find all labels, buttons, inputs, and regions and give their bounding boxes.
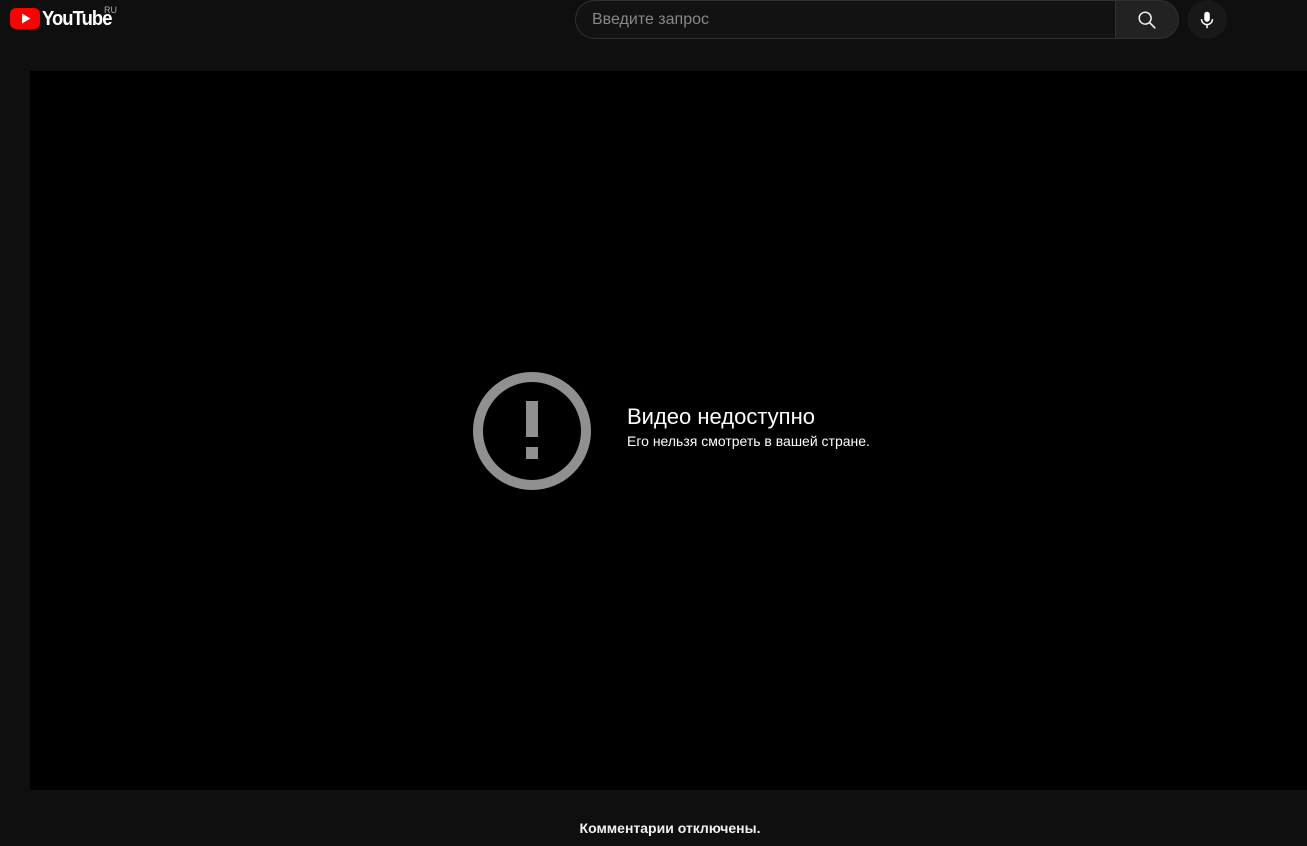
error-message: Видео недоступно Его нельзя смотреть в в… <box>627 403 870 450</box>
search-box <box>575 0 1116 39</box>
search-icon <box>1138 10 1156 29</box>
country-code: RU <box>104 5 117 15</box>
comments-disabled-message: Комментарии отключены. <box>579 820 761 836</box>
search-input[interactable] <box>576 1 1116 38</box>
search-button[interactable] <box>1115 0 1179 39</box>
error-title: Видео недоступно <box>627 403 815 429</box>
voice-search-button[interactable] <box>1187 0 1227 39</box>
exclamation-circle-icon <box>473 372 591 490</box>
masthead: YouTube RU <box>0 0 1307 40</box>
youtube-play-icon <box>10 8 40 29</box>
playback-error: Видео недоступно Его нельзя смотреть в в… <box>472 371 870 491</box>
error-subtitle: Его нельзя смотреть в вашей стране. <box>627 432 870 449</box>
microphone-icon <box>1200 11 1214 28</box>
logo-wordmark: YouTube <box>42 8 112 30</box>
youtube-logo[interactable]: YouTube RU <box>10 5 118 33</box>
video-player[interactable]: Видео недоступно Его нельзя смотреть в в… <box>30 71 1307 790</box>
